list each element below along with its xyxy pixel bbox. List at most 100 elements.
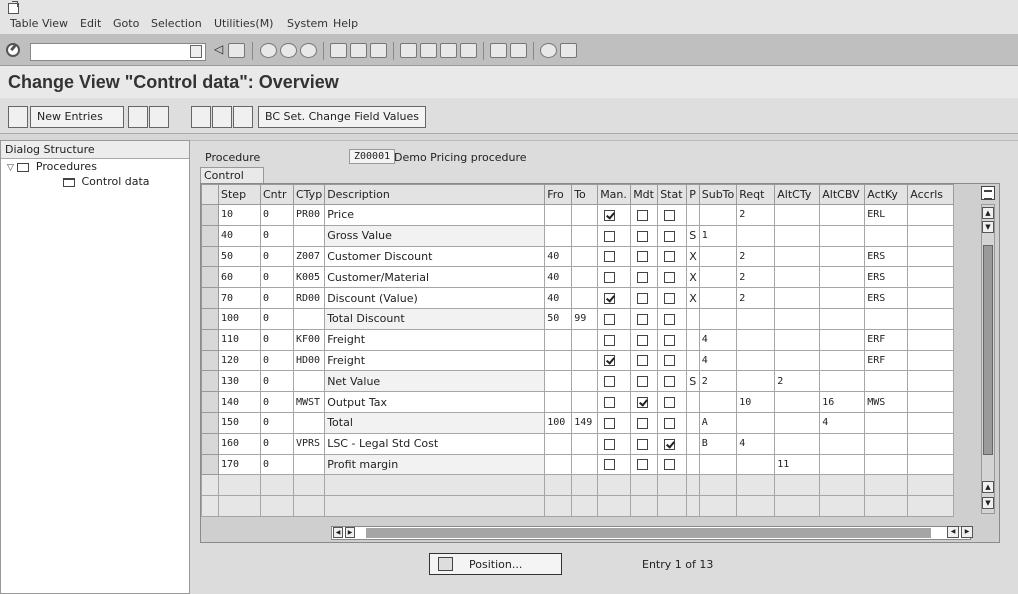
bc-set-change-field-values-button[interactable]: BC Set. Change Field Values [258,106,426,128]
cancel-icon[interactable] [300,43,317,58]
cell-altcbv[interactable]: 16 [819,391,866,413]
empty-cell[interactable] [736,474,776,497]
cell-ctyp[interactable]: K005 [292,266,326,289]
checkbox-mdt[interactable] [637,438,649,450]
cell-p[interactable]: X [686,266,700,289]
cell-desc[interactable]: Gross Value [324,224,546,247]
cell-p[interactable] [686,432,700,455]
cell-reqt[interactable] [736,411,776,434]
menu-table-view[interactable]: Table View [10,17,68,30]
row-selector[interactable] [201,370,219,393]
cell-fro[interactable]: 40 [544,266,573,289]
table-row[interactable]: 150 0 Total 100 149 A 4 [201,411,955,434]
column-header[interactable]: CTyp [292,184,326,205]
column-header[interactable]: P [686,184,700,205]
checkbox-stat[interactable] [664,230,676,242]
cell-to[interactable] [571,224,599,247]
empty-cell[interactable] [201,495,219,517]
cell-reqt[interactable] [736,328,776,351]
layout-icon[interactable] [560,43,577,58]
scroll-right-end-icon[interactable]: ▶ [961,526,973,538]
cell-desc[interactable]: Customer Discount [324,245,546,268]
column-header[interactable]: Man. [597,184,632,205]
checkbox-stat[interactable] [664,438,676,450]
empty-cell[interactable] [774,495,821,517]
column-header[interactable]: SubTo [698,184,738,205]
cell-altcty[interactable] [774,245,821,268]
cell-accrls[interactable] [907,453,955,476]
cell-cntr[interactable]: 0 [260,370,294,393]
empty-cell[interactable] [819,474,866,497]
table-settings-icon[interactable] [981,186,995,200]
cell-desc[interactable]: Freight [324,328,546,351]
empty-cell[interactable] [201,474,219,497]
empty-cell[interactable] [686,495,700,517]
menu-system[interactable]: System [287,17,328,30]
empty-cell[interactable] [774,474,821,497]
last-page-icon[interactable] [460,43,477,58]
cell-actky[interactable] [864,224,909,247]
save-local-icon[interactable] [149,106,169,128]
first-page-icon[interactable] [400,43,417,58]
position-button[interactable]: Position... [429,553,562,575]
scroll-left-icon[interactable]: ◀ [333,527,343,538]
cell-ctyp[interactable] [292,411,326,434]
checkbox-stat[interactable] [664,459,676,471]
cell-p[interactable] [686,204,700,226]
cell-cntr[interactable]: 0 [260,266,294,289]
cell-ctyp[interactable]: PR00 [292,204,326,226]
cell-cntr[interactable]: 0 [260,245,294,268]
vertical-scrollbar[interactable]: ▲ ▼ ▲ ▼ [981,204,995,514]
empty-table-row[interactable] [201,495,955,517]
cell-cntr[interactable]: 0 [260,224,294,247]
cell-fro[interactable] [544,453,573,476]
checkbox-man[interactable] [604,313,616,325]
cell-p[interactable] [686,411,700,434]
row-selector[interactable] [201,432,219,455]
column-header[interactable]: Fro [544,184,573,205]
checkbox-stat[interactable] [664,376,676,388]
empty-cell[interactable] [544,495,573,517]
table-row[interactable]: 120 0 HD00 Freight 4 ERF [201,349,955,372]
checkbox-man[interactable] [604,438,616,450]
cell-step[interactable]: 170 [218,453,261,476]
checkbox-mdt[interactable] [637,313,649,325]
system-menu-icon[interactable] [8,1,19,14]
cell-ctyp[interactable]: Z007 [292,245,326,268]
cell-actky[interactable] [864,307,909,330]
column-header[interactable]: Description [324,184,546,205]
empty-cell[interactable] [657,474,688,497]
cell-fro[interactable]: 40 [544,287,573,309]
cell-reqt[interactable] [736,453,776,476]
cell-accrls[interactable] [907,328,955,351]
cell-p[interactable] [686,349,700,372]
cell-step[interactable]: 70 [218,287,261,309]
print-icon[interactable] [330,43,347,58]
cell-altcbv[interactable] [819,245,866,268]
cell-cntr[interactable]: 0 [260,391,294,413]
cell-cntr[interactable]: 0 [260,411,294,434]
empty-cell[interactable] [324,495,546,517]
back-green-icon[interactable] [260,43,277,58]
empty-cell[interactable] [698,495,738,517]
select-block-icon[interactable] [212,106,232,128]
cell-step[interactable]: 10 [218,204,261,226]
cell-to[interactable] [571,349,599,372]
row-selector[interactable] [201,411,219,434]
cell-to[interactable]: 99 [571,307,599,330]
cell-desc[interactable]: Net Value [324,370,546,393]
cell-accrls[interactable] [907,245,955,268]
row-selector[interactable] [201,287,219,309]
cell-fro[interactable] [544,224,573,247]
checkbox-stat[interactable] [664,251,676,263]
cell-fro[interactable] [544,391,573,413]
cell-desc[interactable]: Total Discount [324,307,546,330]
cell-altcbv[interactable] [819,266,866,289]
empty-cell[interactable] [218,495,261,517]
empty-cell[interactable] [864,474,909,497]
row-selector[interactable] [201,204,219,226]
checkbox-mdt[interactable] [637,293,649,305]
cell-step[interactable]: 140 [218,391,261,413]
checkbox-man[interactable] [604,209,616,221]
empty-cell[interactable] [597,495,632,517]
